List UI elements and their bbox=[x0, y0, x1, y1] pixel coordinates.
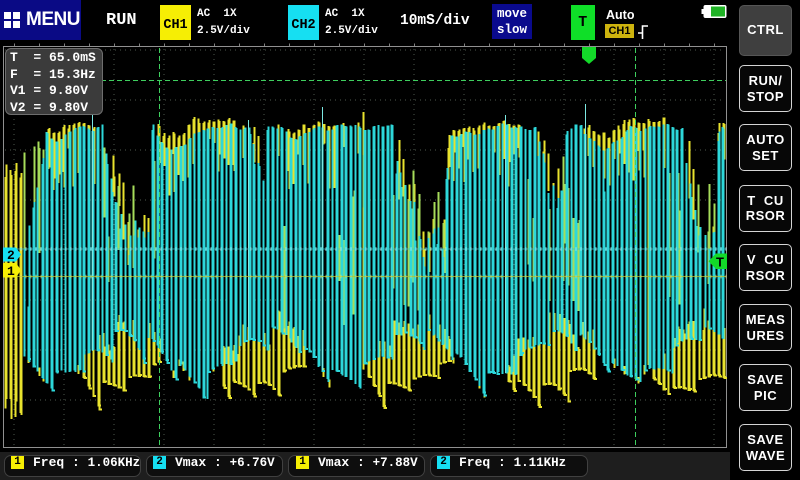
svg-text:1: 1 bbox=[7, 264, 15, 279]
svg-text:T: T bbox=[716, 255, 724, 270]
svg-text:2: 2 bbox=[7, 248, 15, 263]
